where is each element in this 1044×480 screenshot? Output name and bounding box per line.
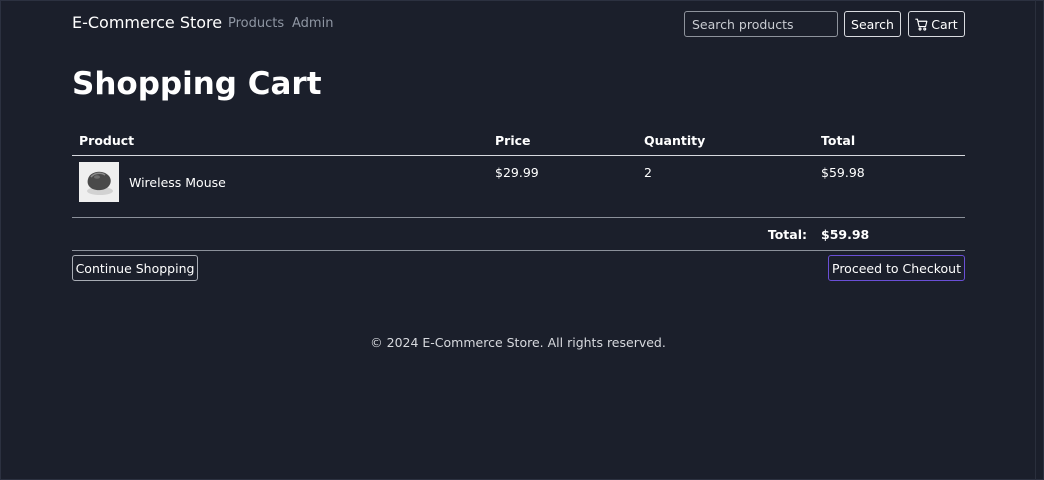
column-header-price: Price bbox=[488, 126, 637, 156]
product-quantity: 2 bbox=[637, 155, 814, 218]
grand-total-value: $59.98 bbox=[814, 217, 965, 251]
table-row: Wireless Mouse $29.99 2 $59.98 bbox=[72, 155, 965, 218]
product-name[interactable]: Wireless Mouse bbox=[129, 175, 226, 190]
right-edge-divider bbox=[1035, 0, 1036, 480]
proceed-to-checkout-button[interactable]: Proceed to Checkout bbox=[828, 255, 965, 281]
cart-button-label: Cart bbox=[931, 16, 958, 32]
product-line-total: $59.98 bbox=[814, 155, 965, 218]
product-price: $29.99 bbox=[488, 155, 637, 218]
grand-total-label: Total: bbox=[72, 217, 814, 251]
column-header-total: Total bbox=[814, 126, 965, 156]
total-row: Total: $59.98 bbox=[72, 217, 965, 251]
cart-table: Product Price Quantity Total Wireless Mo… bbox=[72, 126, 965, 251]
search-button[interactable]: Search bbox=[844, 11, 901, 37]
product-thumbnail bbox=[79, 162, 119, 202]
navbar: E-Commerce Store Products Admin Search C… bbox=[72, 0, 965, 46]
search-input[interactable] bbox=[684, 11, 838, 37]
continue-shopping-button[interactable]: Continue Shopping bbox=[72, 255, 198, 281]
cart-icon bbox=[915, 18, 928, 31]
nav-link-admin[interactable]: Admin bbox=[292, 16, 333, 31]
brand-link[interactable]: E-Commerce Store bbox=[72, 13, 222, 32]
nav-link-products[interactable]: Products bbox=[228, 16, 284, 31]
product-cell: Wireless Mouse bbox=[72, 155, 488, 218]
table-header-row: Product Price Quantity Total bbox=[72, 126, 965, 156]
page-title: Shopping Cart bbox=[72, 66, 322, 102]
cart-button[interactable]: Cart bbox=[908, 11, 965, 37]
footer-copyright: © 2024 E-Commerce Store. All rights rese… bbox=[370, 335, 666, 350]
column-header-quantity: Quantity bbox=[637, 126, 814, 156]
column-header-product: Product bbox=[72, 126, 488, 156]
